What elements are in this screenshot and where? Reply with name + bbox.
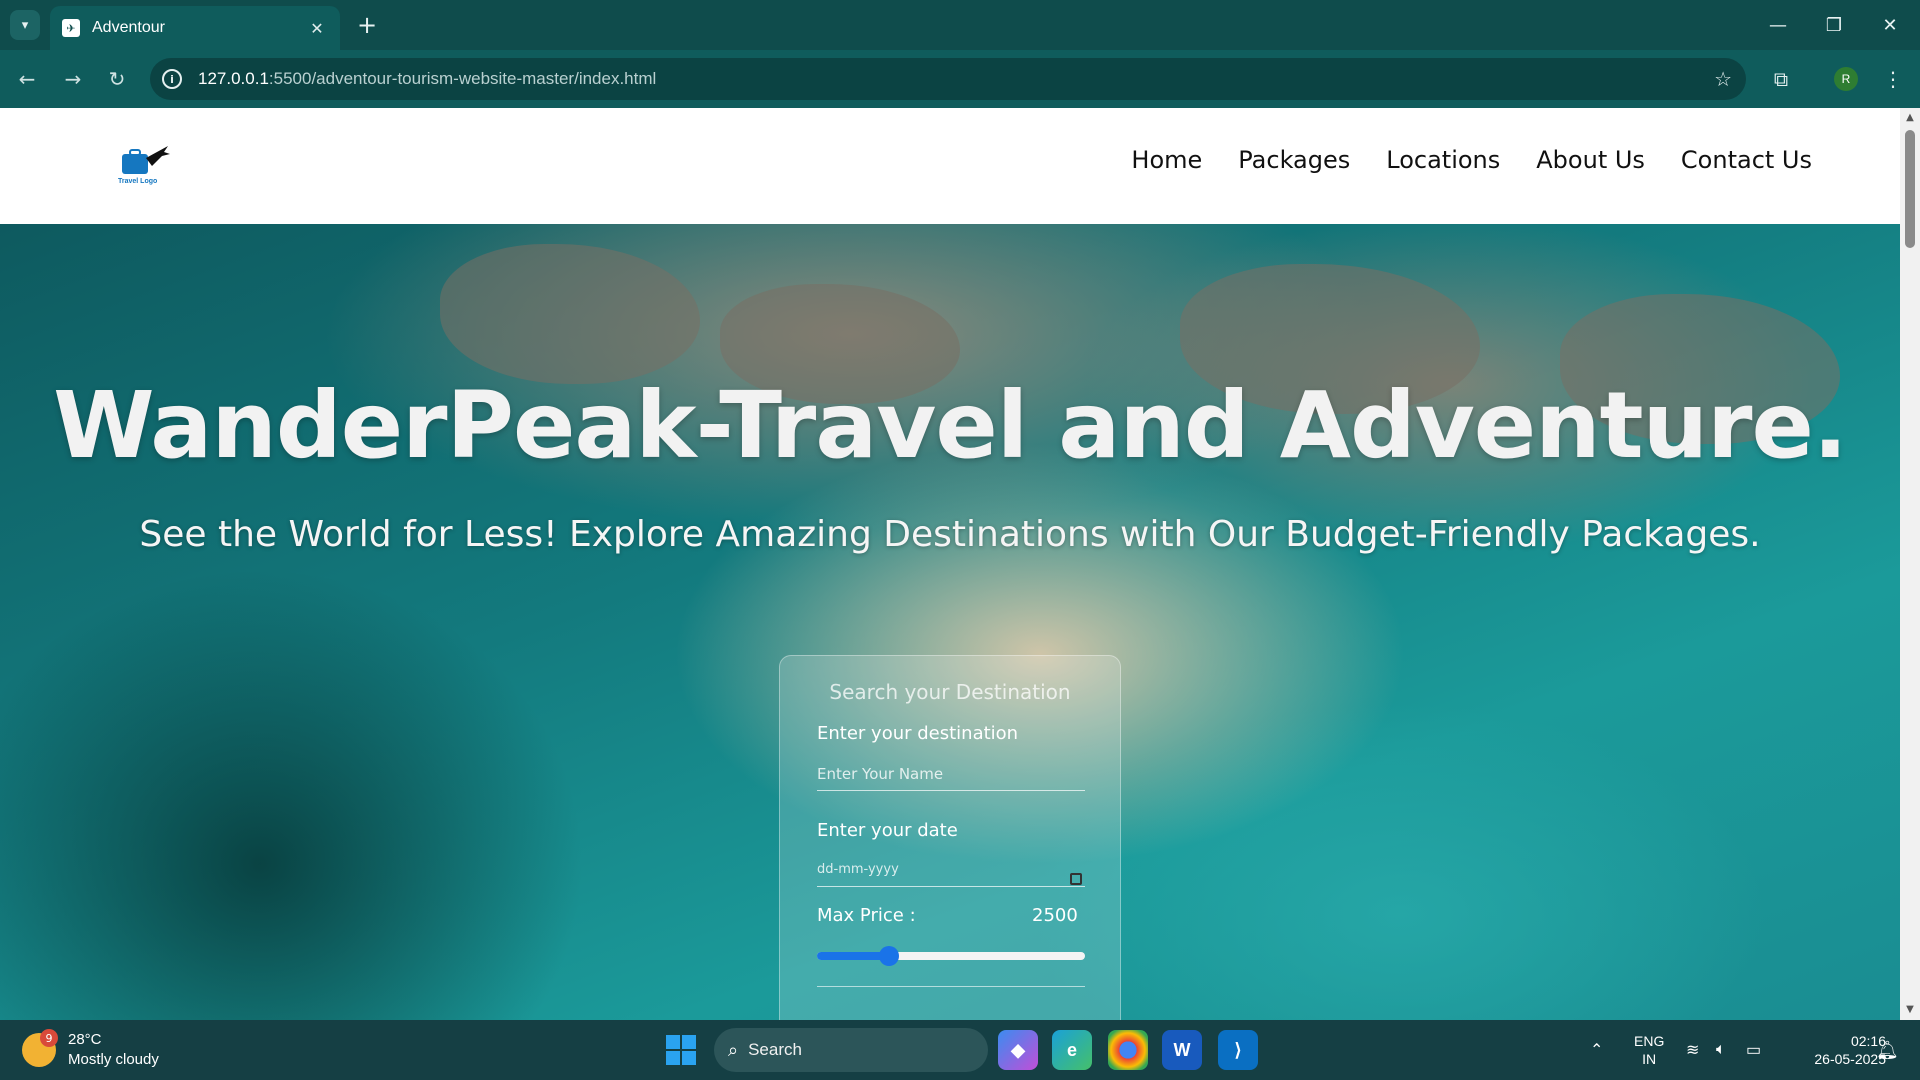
clock-date: 26-05-2025 (1814, 1051, 1886, 1067)
browser-tab-bar: ▾ ✈ Adventour ✕ + — ❐ ✕ (0, 0, 1920, 50)
destination-label: Enter your destination (817, 723, 1019, 744)
tab-close-icon[interactable]: ✕ (306, 19, 328, 38)
browser-tab[interactable]: ✈ Adventour ✕ (50, 6, 340, 50)
url-host: 127.0.0.1 (198, 69, 269, 88)
search-form-heading: Search your Destination (829, 680, 1071, 704)
max-price-slider[interactable] (817, 946, 1085, 966)
browser-menu-icon[interactable]: ⋮ (1876, 62, 1910, 96)
slider-knob[interactable] (879, 946, 900, 966)
extensions-icon[interactable]: ⧉ (1764, 62, 1798, 96)
word-app-icon[interactable]: W (1162, 1030, 1202, 1070)
scrollbar-thumb[interactable] (1905, 130, 1915, 248)
hero-section: WanderPeak-Travel and Adventure. See the… (0, 224, 1900, 1020)
page-scrollbar[interactable]: ▲ ▼ (1900, 108, 1920, 1020)
date-input[interactable] (817, 853, 1085, 887)
destination-search-form: Search your Destination Enter your desti… (779, 655, 1121, 1020)
logo-text: Travel Logo (118, 178, 158, 185)
nav-about-us[interactable]: About Us (1536, 146, 1645, 174)
battery-icon[interactable]: ▭ (1746, 1020, 1761, 1080)
reload-button[interactable]: ↻ (100, 62, 134, 96)
hero-title: WanderPeak-Travel and Adventure. (53, 372, 1848, 479)
site-logo[interactable]: Travel Logo (116, 144, 172, 190)
clock-time: 02:16 (1850, 1033, 1886, 1049)
main-nav: Home Packages Locations About Us Contact… (1131, 146, 1812, 174)
minimize-button[interactable]: — (1750, 0, 1806, 50)
tab-title: Adventour (92, 19, 165, 36)
weather-badge: 9 (40, 1029, 58, 1047)
browser-toolbar: ← → ↻ i 127.0.0.1:5500/adventour-tourism… (0, 50, 1920, 108)
url-text: 127.0.0.1:5500/adventour-tourism-website… (198, 69, 656, 89)
language-code: ENG (1634, 1033, 1665, 1049)
site-info-icon[interactable]: i (162, 69, 182, 89)
site-header: Travel Logo Home Packages Locations Abou… (0, 108, 1900, 224)
forward-button[interactable]: → (56, 62, 90, 96)
language-region: IN (1642, 1051, 1657, 1067)
start-button[interactable] (666, 1035, 696, 1065)
suitcase-plane-icon (122, 146, 170, 174)
nav-packages[interactable]: Packages (1238, 146, 1350, 174)
start-logo-tile (666, 1051, 680, 1065)
url-path: :5500/adventour-tourism-website-master/i… (268, 69, 657, 88)
start-logo-tile (682, 1035, 696, 1049)
max-price-value: 2500 (1032, 905, 1078, 926)
taskbar-search-label: Search (748, 1040, 802, 1059)
site-favicon-icon: ✈ (62, 19, 80, 37)
page-viewport: Travel Logo Home Packages Locations Abou… (0, 108, 1900, 1020)
copilot-app-icon[interactable]: ◆ (998, 1030, 1038, 1070)
edge-app-icon[interactable]: e (1052, 1030, 1092, 1070)
chrome-app-icon[interactable] (1108, 1030, 1148, 1070)
system-clock[interactable]: 02:16 26-05-2025 (1786, 1032, 1886, 1068)
nav-home[interactable]: Home (1131, 146, 1202, 174)
volume-icon[interactable]: 🔈︎ (1716, 1020, 1726, 1080)
restore-button[interactable]: ❐ (1806, 0, 1862, 50)
tab-search-menu-button[interactable]: ▾ (10, 10, 40, 40)
hero-subtitle: See the World for Less! Explore Amazing … (139, 514, 1761, 555)
search-icon: ⌕ (728, 1039, 739, 1061)
notification-bell-icon[interactable]: 🔔︎ (1876, 1020, 1899, 1080)
start-logo-tile (666, 1035, 680, 1049)
max-price-label: Max Price : (817, 905, 916, 926)
vscode-app-icon[interactable]: ⟩ (1218, 1030, 1258, 1070)
nav-locations[interactable]: Locations (1386, 146, 1500, 174)
weather-cloud-sun-icon: 9 (22, 1029, 58, 1067)
scroll-down-arrow-icon[interactable]: ▼ (1904, 1004, 1916, 1016)
taskbar-search[interactable]: ⌕ Search (714, 1028, 988, 1072)
back-button[interactable]: ← (10, 62, 44, 96)
scroll-up-arrow-icon[interactable]: ▲ (1904, 112, 1916, 124)
name-input[interactable] (817, 757, 1085, 791)
start-logo-tile (682, 1051, 696, 1065)
slider-divider (817, 986, 1085, 987)
hero-rock-shape (440, 244, 700, 384)
new-tab-button[interactable]: + (352, 10, 382, 40)
profile-avatar[interactable]: R (1834, 67, 1858, 91)
weather-widget[interactable]: 9 28°C Mostly cloudy (22, 1029, 159, 1070)
close-window-button[interactable]: ✕ (1862, 0, 1918, 50)
tray-chevron-icon[interactable]: ⌃ (1590, 1020, 1603, 1080)
language-indicator[interactable]: ENG IN (1634, 1032, 1664, 1068)
date-label: Enter your date (817, 820, 958, 841)
weather-temperature: 28°C (68, 1031, 102, 1048)
nav-contact-us[interactable]: Contact Us (1681, 146, 1812, 174)
wifi-icon[interactable]: ≋ (1686, 1020, 1699, 1080)
address-bar[interactable]: i 127.0.0.1:5500/adventour-tourism-websi… (150, 58, 1746, 100)
weather-description: Mostly cloudy (68, 1051, 159, 1068)
calendar-icon[interactable] (1070, 873, 1082, 885)
bookmark-star-icon[interactable]: ☆ (1714, 67, 1732, 91)
windows-taskbar: 9 28°C Mostly cloudy ⌕ Search ◆ e W ⟩ ⌃ … (0, 1020, 1920, 1080)
